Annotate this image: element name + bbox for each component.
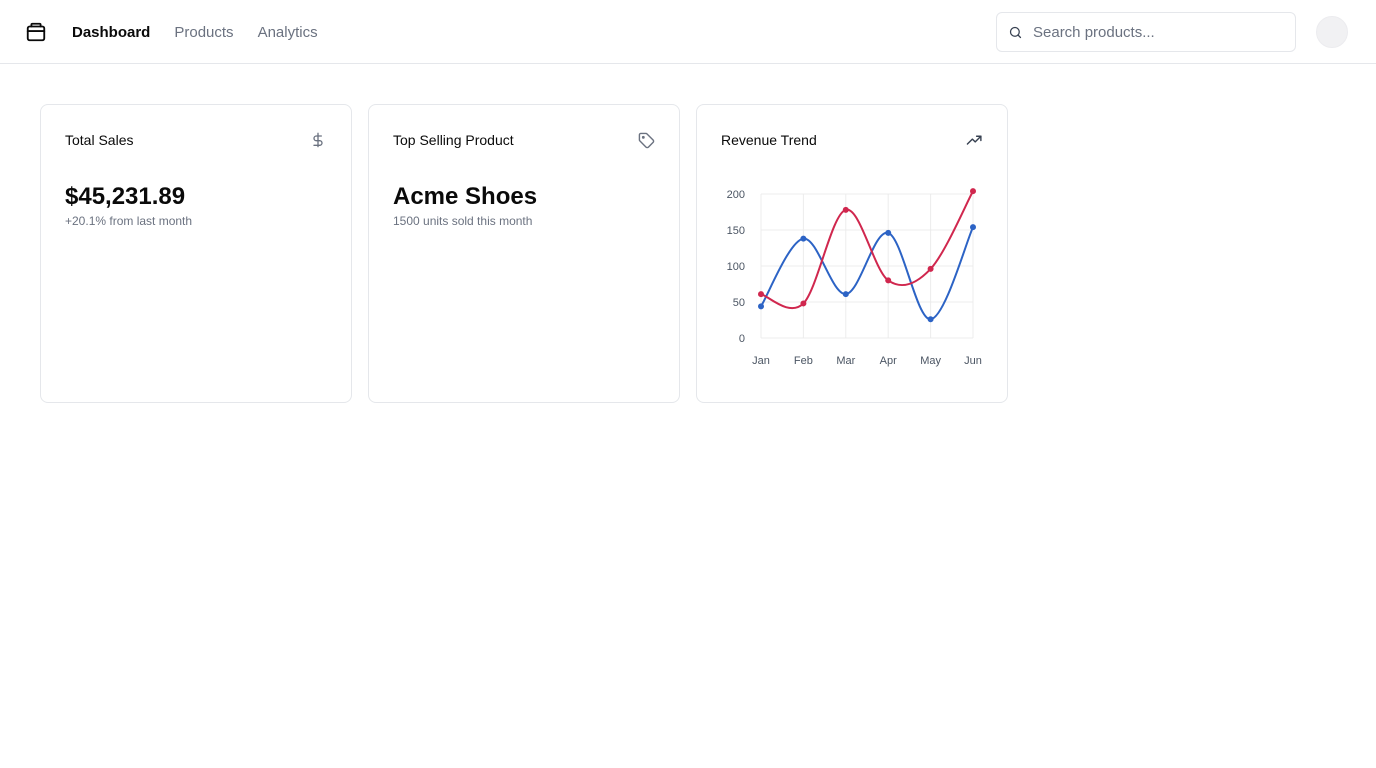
nav-products[interactable]: Products [174, 24, 233, 41]
search-icon [1007, 24, 1023, 40]
package-icon[interactable] [24, 20, 48, 44]
data-point [758, 291, 764, 298]
data-point [758, 303, 764, 310]
total-sales-card: Total Sales $45,231.89 +20.1% from last … [40, 104, 352, 403]
y-tick-label: 0 [739, 333, 745, 345]
data-point [970, 224, 976, 231]
avatar[interactable] [1316, 16, 1348, 48]
y-tick-label: 50 [733, 297, 745, 309]
x-tick-label: Jan [752, 355, 770, 367]
data-point [885, 277, 892, 284]
x-tick-label: Apr [880, 355, 897, 367]
search-box[interactable] [996, 12, 1296, 52]
data-point [885, 229, 892, 236]
y-tick-label: 100 [727, 261, 745, 273]
data-point [970, 188, 976, 195]
card-subtext: +20.1% from last month [65, 214, 193, 228]
data-point [842, 206, 849, 213]
card-title: Top Selling Product [393, 132, 514, 148]
revenue-chart-svg: 0 50 100 150 200 Jan Feb Mar Apr May Jun [727, 188, 982, 367]
card-value: Acme Shoes [393, 183, 538, 210]
x-tick-label: Mar [836, 355, 855, 367]
tag-icon [637, 131, 655, 149]
y-tick-label: 200 [727, 189, 745, 201]
main-nav: Dashboard Products Analytics [72, 0, 318, 64]
x-tick-label: Feb [794, 355, 813, 367]
x-tick-label: Jun [964, 355, 982, 367]
y-tick-label: 150 [727, 225, 745, 237]
data-point [800, 235, 807, 242]
revenue-trend-card: Revenue Trend 0 50 100 150 200 Jan Feb Mar Apr Ma… [696, 104, 1008, 403]
top-product-card: Top Selling Product Acme Shoes 1500 unit… [368, 104, 680, 403]
dollar-icon [309, 131, 327, 149]
nav-analytics[interactable]: Analytics [258, 24, 318, 41]
series-line-2 [760, 190, 974, 310]
data-point [927, 265, 934, 272]
data-point [800, 300, 807, 307]
card-title: Total Sales [65, 132, 134, 148]
nav-dashboard[interactable]: Dashboard [72, 24, 150, 41]
revenue-chart: 0 50 100 150 200 Jan Feb Mar Apr May Jun [697, 105, 1007, 402]
data-point [927, 316, 934, 323]
search-input[interactable] [1031, 22, 1271, 42]
card-subtext: 1500 units sold this month [393, 214, 533, 228]
data-point [842, 291, 849, 298]
top-navigation-bar: Dashboard Products Analytics [0, 0, 1376, 64]
x-tick-label: May [920, 355, 941, 367]
card-value: $45,231.89 [65, 183, 186, 210]
